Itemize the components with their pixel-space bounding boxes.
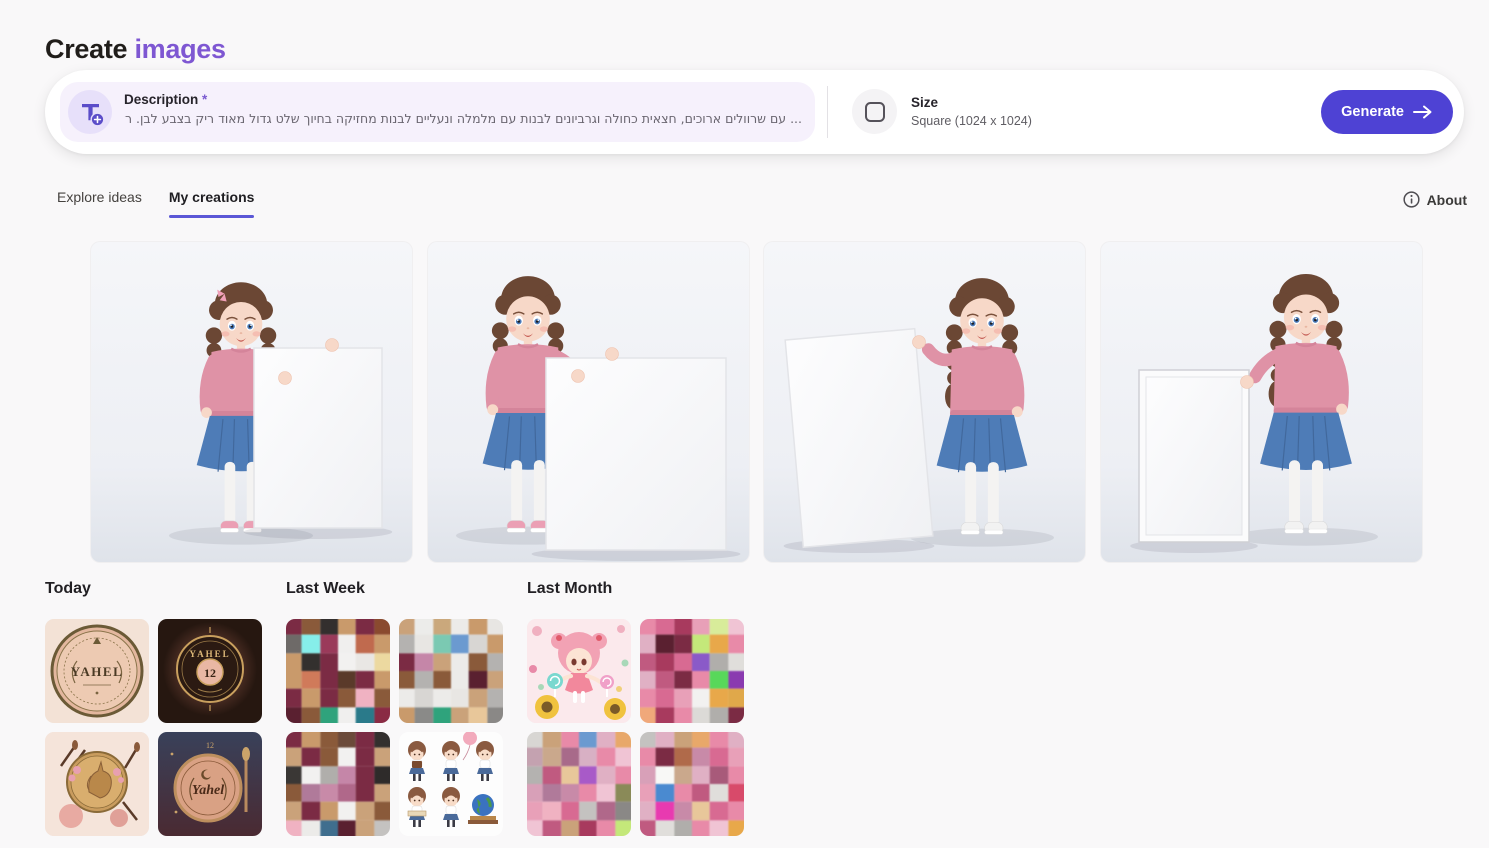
size-label: Size (911, 95, 1032, 110)
description-input-value[interactable]: ... עם שרוולים ארוכים, חצאית כחולה וגרבי… (124, 111, 802, 126)
about-label: About (1427, 192, 1467, 208)
svg-text:Yahel: Yahel (192, 783, 224, 798)
mosaic-thumbnail-pixels (527, 732, 631, 836)
mosaic-thumbnail-pixels (640, 732, 744, 836)
mosaic-thumbnail-pixels (286, 732, 390, 836)
prompt-bar: Description * ... עם שרוולים ארוכים, חצא… (45, 70, 1464, 154)
tab-my-creations[interactable]: My creations (169, 189, 255, 218)
prompt-bar-divider (827, 86, 828, 138)
generate-button-label: Generate (1341, 104, 1404, 120)
square-icon (852, 89, 897, 134)
creation-thumbnail-chibi-girl[interactable] (527, 619, 631, 723)
generated-image-card[interactable] (91, 242, 412, 562)
text-add-icon (68, 90, 112, 134)
required-marker: * (202, 92, 207, 107)
generated-image-card[interactable] (1101, 242, 1422, 562)
page-title-accent: images (134, 34, 225, 64)
mosaic-thumbnail-pixels (286, 619, 390, 723)
generated-image-card[interactable] (764, 242, 1085, 562)
svg-text:12: 12 (206, 741, 214, 750)
svg-text:YAHEL: YAHEL (71, 664, 124, 679)
generate-button[interactable]: Generate (1321, 90, 1453, 134)
generated-image-card[interactable] (428, 242, 749, 562)
creation-thumbnail-chibi-set[interactable] (399, 732, 503, 836)
thumbnail-grid-today: YAHEL YAHEL 12 12 Yahel (45, 619, 262, 836)
creation-thumbnail-medallion-unicorn[interactable] (45, 732, 149, 836)
creation-thumbnail-mosaic[interactable] (640, 732, 744, 836)
info-icon (1403, 191, 1420, 208)
generated-images-gallery (91, 242, 1422, 562)
creation-thumbnail-mosaic[interactable] (286, 619, 390, 723)
creation-thumbnail-mosaic[interactable] (640, 619, 744, 723)
tabs: Explore ideas My creations (57, 189, 254, 218)
size-selector[interactable]: Size Square (1024 x 1024) (852, 89, 1032, 134)
tab-explore-ideas[interactable]: Explore ideas (57, 189, 142, 218)
section-heading: Last Month (527, 580, 744, 619)
arrow-right-icon (1413, 105, 1433, 119)
thumbnail-grid-last-month (527, 619, 744, 836)
creation-thumbnail-medallion-pink[interactable]: YAHEL (45, 619, 149, 723)
creation-thumbnail-medallion-clock[interactable]: 12 Yahel (158, 732, 262, 836)
history-section-last-month: Last Month (527, 580, 744, 836)
svg-text:12: 12 (204, 666, 216, 680)
thumbnail-grid-last-week (286, 619, 503, 836)
history-section-last-week: Last Week (286, 580, 503, 836)
about-button[interactable]: About (1403, 191, 1467, 208)
svg-text:YAHEL: YAHEL (189, 649, 230, 659)
create-images-page: { "page": { "title_prefix": "Create ", "… (0, 0, 1489, 848)
mosaic-thumbnail-pixels (399, 619, 503, 723)
creation-thumbnail-mosaic[interactable] (399, 619, 503, 723)
history-section-today: Today YAHEL YAHEL 12 12 Yahel (45, 580, 262, 836)
size-value: Square (1024 x 1024) (911, 114, 1032, 128)
creation-thumbnail-medallion-dark[interactable]: YAHEL 12 (158, 619, 262, 723)
page-title: Create images (45, 34, 226, 65)
creation-thumbnail-mosaic[interactable] (286, 732, 390, 836)
section-heading: Last Week (286, 580, 503, 619)
section-heading: Today (45, 580, 262, 619)
creation-thumbnail-mosaic[interactable] (527, 732, 631, 836)
description-field[interactable]: Description * ... עם שרוולים ארוכים, חצא… (60, 82, 815, 142)
description-label: Description * (124, 92, 806, 107)
mosaic-thumbnail-pixels (640, 619, 744, 723)
